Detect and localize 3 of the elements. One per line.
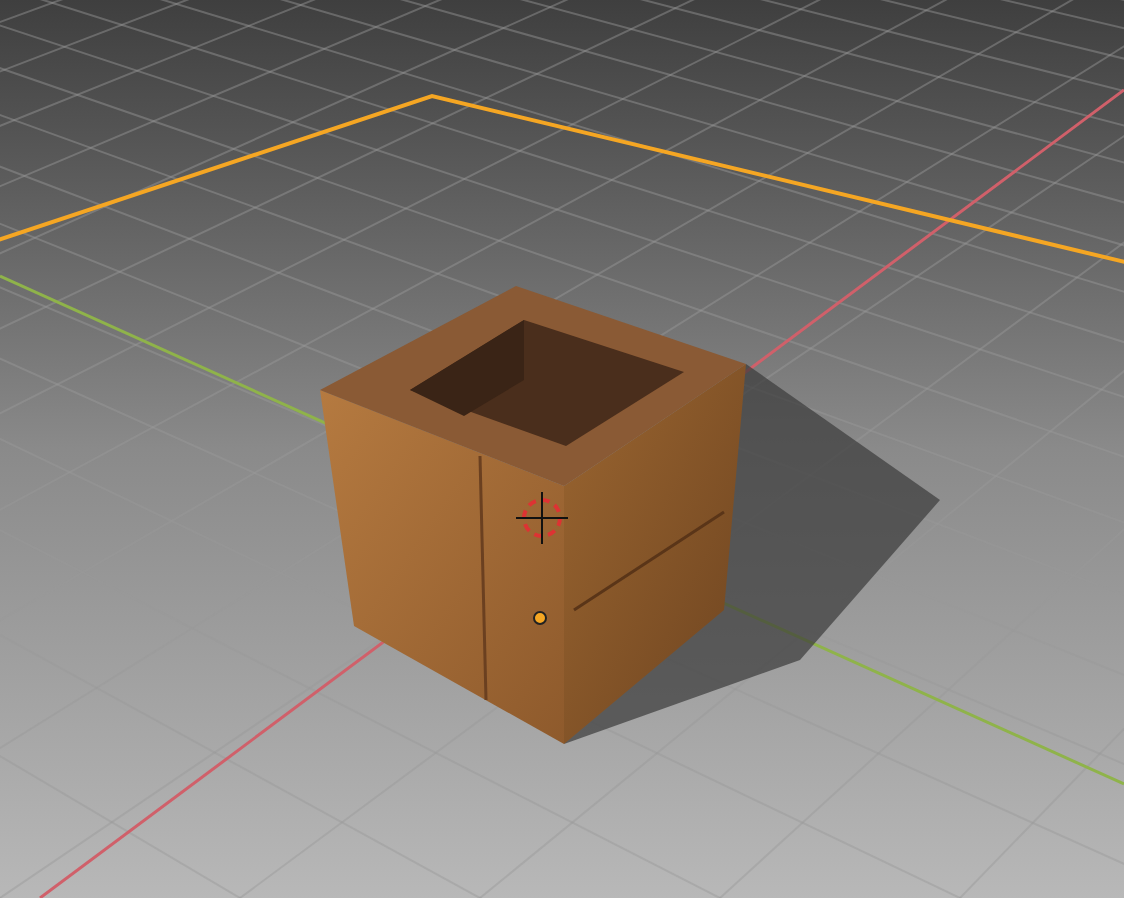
crosshair-icon[interactable] [515, 491, 569, 545]
box-drawing[interactable] [320, 286, 940, 744]
origin-dot [533, 611, 547, 625]
